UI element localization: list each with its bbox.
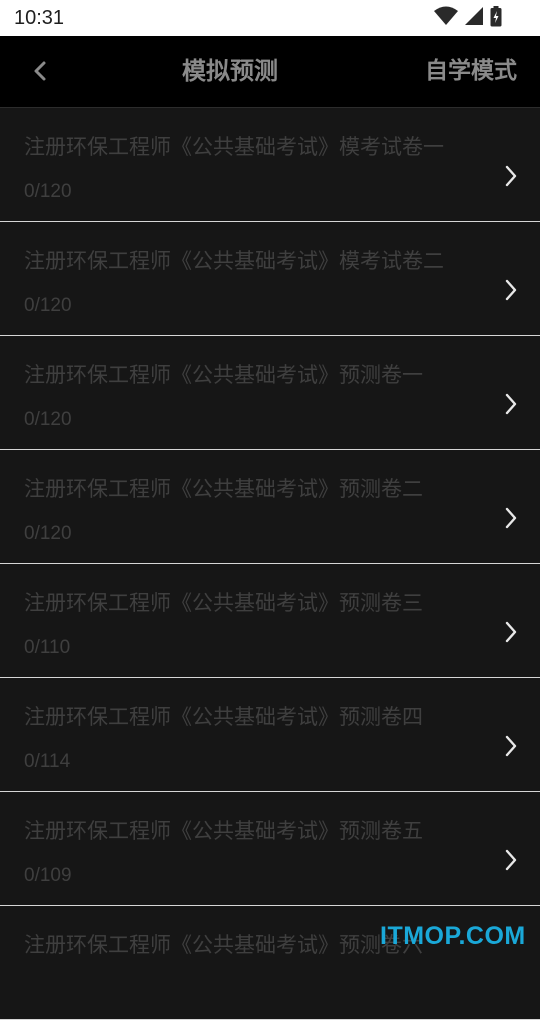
chevron-right-icon — [505, 165, 517, 187]
signal-icon — [464, 6, 484, 30]
paper-title: 注册环保工程师《公共基础考试》预测卷四 — [24, 705, 423, 729]
status-time: 10:31 — [14, 7, 65, 29]
paper-progress: 0/114 — [24, 751, 71, 772]
chevron-right-icon — [505, 507, 517, 529]
list-item[interactable]: 注册环保工程师《公共基础考试》预测卷二 0/120 — [0, 450, 540, 564]
paper-title: 注册环保工程师《公共基础考试》预测卷五 — [24, 819, 423, 843]
paper-progress: 0/120 — [24, 181, 72, 202]
wifi-icon — [434, 6, 458, 30]
chevron-right-icon — [505, 621, 517, 643]
paper-progress: 0/110 — [24, 637, 71, 658]
paper-title: 注册环保工程师《公共基础考试》模考试卷一 — [24, 135, 444, 159]
page-title: 模拟预测 — [182, 57, 278, 85]
list-item[interactable]: 注册环保工程师《公共基础考试》预测卷五 0/109 — [0, 792, 540, 906]
list-item[interactable]: 注册环保工程师《公共基础考试》模考试卷一 0/120 — [0, 108, 540, 222]
paper-title: 注册环保工程师《公共基础考试》模考试卷二 — [24, 249, 444, 273]
paper-progress: 0/109 — [24, 865, 72, 886]
battery-icon — [490, 5, 502, 31]
paper-title: 注册环保工程师《公共基础考试》预测卷六 — [24, 933, 423, 957]
list-item[interactable]: 注册环保工程师《公共基础考试》预测卷三 0/110 — [0, 564, 540, 678]
list-item[interactable]: 注册环保工程师《公共基础考试》预测卷四 0/114 — [0, 678, 540, 792]
chevron-right-icon — [505, 393, 517, 415]
status-bar: 10:31 — [0, 0, 540, 36]
paper-list: 注册环保工程师《公共基础考试》模考试卷一 0/120 注册环保工程师《公共基础考… — [0, 108, 540, 1020]
paper-progress: 0/120 — [24, 523, 72, 544]
paper-progress: 0/120 — [24, 295, 72, 316]
chevron-right-icon — [505, 279, 517, 301]
chevron-right-icon — [505, 735, 517, 757]
app-bar: 模拟预测 自学模式 — [0, 36, 540, 108]
paper-progress: 0/120 — [24, 409, 72, 430]
paper-title: 注册环保工程师《公共基础考试》预测卷一 — [24, 363, 423, 387]
paper-title: 注册环保工程师《公共基础考试》预测卷二 — [24, 477, 423, 501]
status-icons — [434, 5, 502, 31]
watermark: ITMOP.COM — [380, 922, 526, 950]
list-item[interactable]: 注册环保工程师《公共基础考试》预测卷一 0/120 — [0, 336, 540, 450]
self-study-mode-button[interactable]: 自学模式 — [425, 36, 517, 107]
chevron-right-icon — [505, 849, 517, 871]
list-item[interactable]: 注册环保工程师《公共基础考试》模考试卷二 0/120 — [0, 222, 540, 336]
paper-title: 注册环保工程师《公共基础考试》预测卷三 — [24, 591, 423, 615]
